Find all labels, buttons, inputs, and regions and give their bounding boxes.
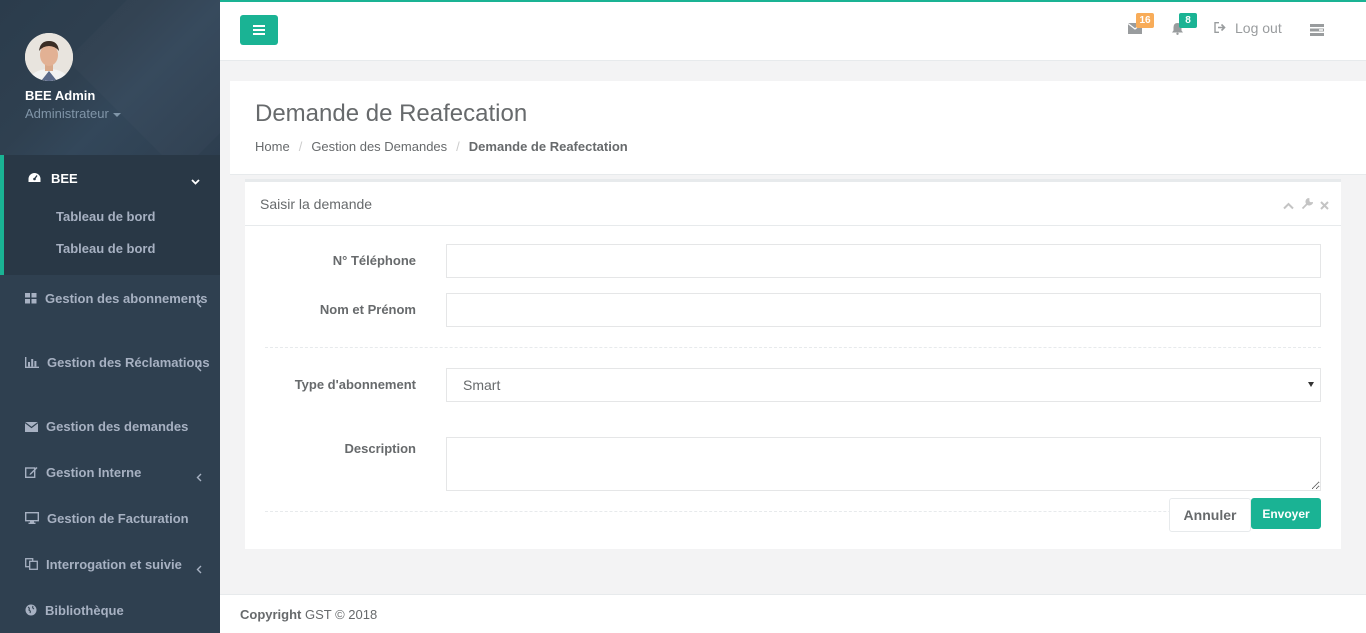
messages-count-badge: 16 [1136,13,1154,28]
desktop-icon [24,511,40,529]
sidebar-item-facturation[interactable]: Gestion de Facturation [24,510,210,529]
subscription-type-label: Type d'abonnement [294,377,416,392]
page-title: Demande de Reafecation [255,100,528,127]
th-large-icon [25,291,37,309]
sidebar-item-bee: BEE Tableau de bord Tableau de bord [0,155,220,275]
globe-icon [25,603,37,621]
wrench-icon[interactable] [1301,198,1314,213]
subscription-type-select[interactable]: Smart [446,368,1321,402]
breadcrumb-separator: / [456,139,460,154]
edit-icon [24,465,38,483]
sidebar-item-interne[interactable]: Gestion Interne [24,464,210,483]
name-input[interactable] [446,293,1321,327]
chevron-left-icon [196,359,202,377]
logout-label: Log out [1235,20,1282,36]
breadcrumb-home[interactable]: Home [255,139,290,154]
breadcrumb-separator: / [298,139,303,154]
copyright-text: Copyright GST © 2018 [240,607,377,622]
caret-down-icon [112,112,121,117]
chevron-up-icon[interactable] [1283,198,1294,213]
toggle-menu-button[interactable] [240,15,278,45]
envelope-icon [24,419,39,437]
sidebar-subitem-dashboard-1[interactable]: Tableau de bord [56,209,155,224]
sidebar-item-demandes[interactable]: Gestion des demandes [24,418,210,437]
chevron-left-icon [196,469,202,487]
tasks-icon[interactable] [1310,24,1324,39]
request-form-panel: Saisir la demande N° Téléphone Nom et Pr… [245,179,1341,549]
profile-role-dropdown[interactable]: Administrateur [25,106,121,121]
alerts-dropdown[interactable]: 8 [1171,13,1197,38]
chevron-left-icon [196,295,202,313]
footer: Copyright GST © 2018 [220,594,1366,633]
breadcrumb: Home / Gestion des Demandes / Demande de… [255,139,628,154]
description-label: Description [344,441,416,456]
dashboard-icon [28,171,41,186]
alerts-count-badge: 8 [1179,13,1197,28]
sidebar-item-abonnements-label: Gestion des abonnements [45,291,208,306]
panel-header: Saisir la demande [245,182,1341,226]
cancel-button[interactable]: Annuler [1169,498,1251,532]
profile-name: BEE Admin [25,88,96,103]
close-icon[interactable] [1320,198,1329,213]
chevron-left-icon [196,561,202,579]
sidebar-item-reclamations[interactable]: Gestion des Réclamations [25,354,210,373]
messages-dropdown[interactable]: 16 [1127,13,1154,37]
chevron-down-icon [191,173,200,188]
sidebar-item-bibliotheque-label: Bibliothèque [45,603,124,618]
sidebar-subitem-dashboard-2[interactable]: Tableau de bord [56,241,155,256]
logout-link[interactable]: Log out [1214,20,1282,36]
top-navbar: 16 8 Log out [220,0,1366,61]
profile-panel: BEE Admin Administrateur [0,0,220,155]
page-heading: Demande de Reafecation Home / Gestion de… [230,81,1366,175]
sidebar-item-demandes-label: Gestion des demandes [46,419,189,434]
name-label: Nom et Prénom [319,302,416,317]
phone-label: N° Téléphone [332,253,416,268]
submit-button[interactable]: Envoyer [1251,498,1321,529]
breadcrumb-current: Demande de Reafectation [468,139,628,154]
copyright-value: GST © 2018 [305,607,378,622]
description-textarea[interactable] [446,437,1321,491]
bars-icon [253,23,265,38]
sign-out-icon [1214,20,1227,36]
sidebar: BEE Admin Administrateur BEE Tableau de … [0,0,220,633]
panel-tools [1283,198,1329,213]
sidebar-item-facturation-label: Gestion de Facturation [47,511,189,526]
profile-role: Administrateur [25,106,109,121]
breadcrumb-gestion-demandes[interactable]: Gestion des Demandes [311,139,447,154]
sidebar-item-bee-header[interactable]: BEE [28,171,78,186]
subscription-type-value: Smart [463,377,501,393]
sidebar-item-bibliotheque[interactable]: Bibliothèque [25,602,210,621]
avatar[interactable] [25,33,73,81]
sidebar-item-interne-label: Gestion Interne [46,465,142,480]
sidebar-item-interrogation-label: Interrogation et suivie [46,557,182,572]
divider [265,347,1321,348]
sidebar-item-reclamations-label: Gestion des Réclamations [47,355,210,370]
panel-title: Saisir la demande [260,196,373,212]
sidebar-item-abonnements[interactable]: Gestion des abonnements [25,290,210,309]
copyright-label: Copyright [240,607,302,622]
phone-input[interactable] [446,244,1321,278]
divider [265,511,1321,512]
bar-chart-icon [25,355,39,373]
sidebar-item-bee-label: BEE [51,171,78,186]
sidebar-item-interrogation[interactable]: Interrogation et suivie [25,556,210,575]
files-icon [25,557,38,575]
caret-down-icon [1308,382,1314,387]
